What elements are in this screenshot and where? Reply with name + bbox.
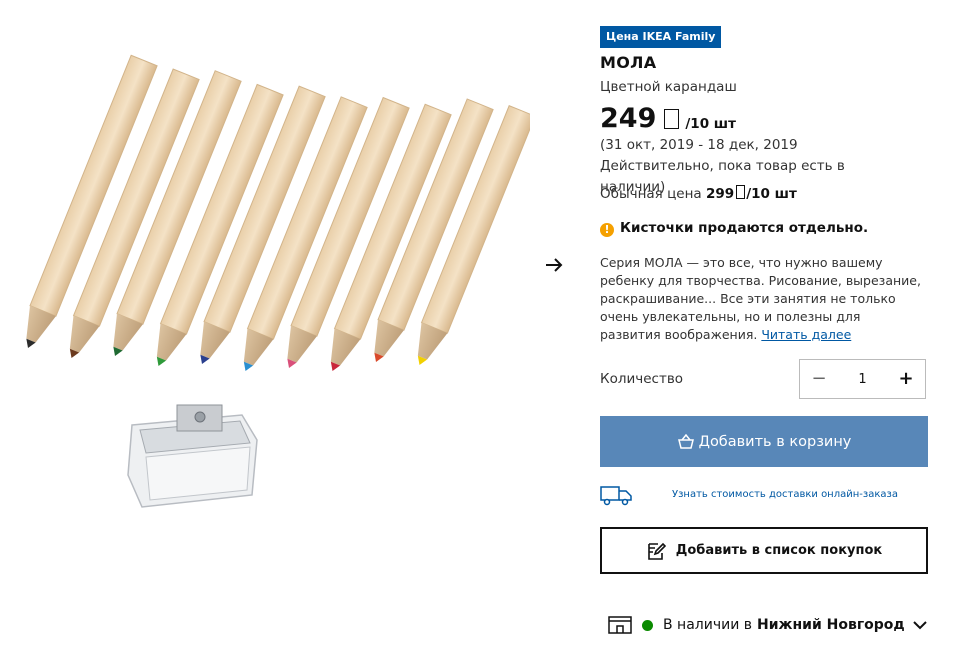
currency-icon [736,185,746,199]
next-image-arrow-icon[interactable] [543,254,565,276]
sharpener [127,404,258,508]
product-description: Цветной карандаш [600,79,737,95]
price-row: 249/10 шт [600,102,736,136]
add-to-cart-button[interactable]: Добавить в корзину [600,416,928,467]
quantity-increase-button[interactable]: + [887,360,925,398]
regular-price-unit: /10 шт [746,186,797,202]
product-image [26,54,530,508]
quantity-value[interactable]: 1 [858,372,866,387]
regular-price-value: 299 [706,186,735,202]
availability-prefix: В наличии в [663,617,753,633]
delivery-truck-icon [600,486,632,506]
add-to-shopping-list-label: Добавить в список покупок [675,543,883,558]
read-more-link[interactable]: Читать далее [761,327,851,342]
store-name: Нижний Новгород [757,617,905,633]
basket-icon [677,433,694,449]
currency-icon [664,109,680,129]
price-unit: /10 шт [685,116,736,132]
edit-list-icon [647,542,666,560]
warning-icon: ! [600,223,614,237]
product-name: МОЛА [600,53,657,72]
regular-price: Обычная цена 299/10 шт [600,185,797,202]
store-availability[interactable]: В наличии в Нижний Новгород [608,614,927,636]
warning-text: Кисточки продаются отдельно. [620,220,869,236]
chevron-down-icon[interactable] [913,620,927,630]
family-price-badge: Цена IKEA Family [600,26,722,48]
add-to-cart-label: Добавить в корзину [698,433,852,450]
regular-price-label: Обычная цена [600,186,702,202]
add-to-shopping-list-button[interactable]: Добавить в список покупок [600,527,928,574]
warning-message: ! Кисточки продаются отдельно. [600,220,868,237]
in-stock-indicator-icon [642,619,653,631]
quantity-stepper: − 1 + [799,359,926,399]
quantity-label: Количество [600,371,684,387]
long-description: Серия МОЛА — это все, что нужно вашему р… [600,254,925,344]
quantity-decrease-button[interactable]: − [800,360,838,398]
price-value: 249 [600,103,657,134]
store-icon [608,616,632,634]
delivery-cost-link[interactable]: Узнать стоимость доставки онлайн-заказа [672,489,898,500]
